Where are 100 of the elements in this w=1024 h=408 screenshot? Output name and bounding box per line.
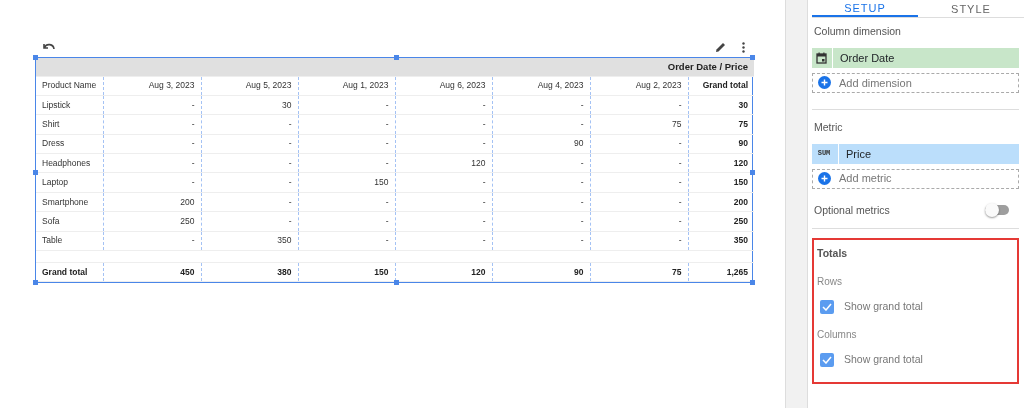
table-cell: - [103,114,201,135]
resize-handle[interactable] [750,280,755,286]
table-cell: - [201,114,298,135]
column-header: Grand total [688,76,754,96]
table-cell: - [395,134,492,154]
table-cell: - [395,192,492,212]
table-cell: - [298,211,395,232]
section-title: Column dimension [814,24,902,39]
resize-handle[interactable] [750,55,755,60]
table-cell: - [492,172,590,193]
column-header: Aug 4, 2023 [492,76,590,96]
checkbox-label: Show grand total [844,299,923,314]
checkbox[interactable] [820,352,834,367]
table-cell: 120 [395,153,492,173]
column-header: Aug 5, 2023 [201,76,298,96]
table-cell: 250 [688,211,754,232]
table-cell: - [201,211,298,232]
table-cell: Shirt [36,114,103,135]
column-header: Product Name [36,76,103,96]
table-header-title: Order Date / Price [667,60,748,72]
total-cell: 380 [201,262,298,282]
table-cell: 90 [492,134,590,154]
resize-handle[interactable] [394,55,399,60]
total-cell: 75 [590,262,688,282]
table-cell: - [492,211,590,232]
add-metric-button[interactable]: Add metric [812,168,1019,189]
table-cell: 75 [590,114,688,135]
resize-handle[interactable] [750,170,755,176]
add-icon [818,76,831,90]
table-cell: 250 [103,211,201,232]
total-cell: 450 [103,262,201,282]
table-cell: - [395,114,492,135]
table-cell: - [492,231,590,251]
table-cell: - [590,134,688,154]
table-cell: - [201,134,298,154]
column-header: Aug 1, 2023 [298,76,395,96]
table-cell: - [492,192,590,212]
group-label: Columns [817,327,858,342]
table-cell: - [590,211,688,232]
dimension-chip[interactable]: Order Date [812,47,1019,68]
panel-tab[interactable]: STYLE [918,0,1024,17]
table-cell: - [395,95,492,115]
checkbox-label: Show grand total [844,351,923,367]
resize-handle[interactable] [33,170,38,176]
table-cell: - [492,153,590,173]
optional-metrics-label: Optional metrics [814,202,890,218]
table-cell: - [103,153,201,173]
table-cell: - [395,231,492,251]
add-icon [818,172,831,185]
more-icon[interactable] [742,42,745,53]
table-cell: Smartphone [36,192,103,212]
table-cell: 200 [103,192,201,212]
table-cell: - [590,172,688,193]
calendar-icon [815,51,827,64]
table-cell: 75 [688,114,754,135]
table-cell: 350 [201,231,298,251]
section-title: Metric [814,119,844,135]
table-cell: - [103,231,201,251]
table-cell: Sofa [36,211,103,232]
table-cell: - [492,114,590,135]
table-cell: 350 [688,231,754,251]
table-cell: Lipstick [36,95,103,115]
panel-tab[interactable]: SETUP [812,0,918,17]
table-cell: - [298,231,395,251]
table-cell: Table [36,231,103,251]
column-header: Aug 2, 2023 [590,76,688,96]
table-cell: 90 [688,134,754,154]
table-cell: - [590,192,688,212]
table-cell: 200 [688,192,754,212]
table-cell: - [298,134,395,154]
section-title: Totals [817,246,849,262]
table-cell: - [298,114,395,135]
table-cell: - [103,134,201,154]
total-cell: 90 [492,262,590,282]
table-cell: 30 [201,95,298,115]
total-cell: Grand total [36,262,103,282]
table-cell: - [298,95,395,115]
table-cell: - [201,192,298,212]
undo-icon[interactable] [43,43,55,52]
table-cell: 150 [298,172,395,193]
table-cell: - [590,95,688,115]
table-cell: - [201,153,298,173]
group-label: Rows [817,275,843,289]
toggle-switch[interactable] [985,205,1009,216]
total-cell: 120 [395,262,492,282]
table-cell: - [201,172,298,193]
column-header: Aug 3, 2023 [103,76,201,96]
resize-handle[interactable] [33,55,38,60]
table-cell: Dress [36,134,103,154]
total-cell: 150 [298,262,395,282]
add-dimension-button[interactable]: Add dimension [812,72,1019,93]
resize-handle[interactable] [394,280,399,286]
table-cell: - [492,95,590,115]
table-cell: 30 [688,95,754,115]
resize-handle[interactable] [33,280,38,286]
checkbox[interactable] [820,299,834,314]
edit-icon[interactable] [715,42,726,53]
table-cell: - [590,231,688,251]
column-header: Aug 6, 2023 [395,76,492,96]
table-cell: - [590,153,688,173]
